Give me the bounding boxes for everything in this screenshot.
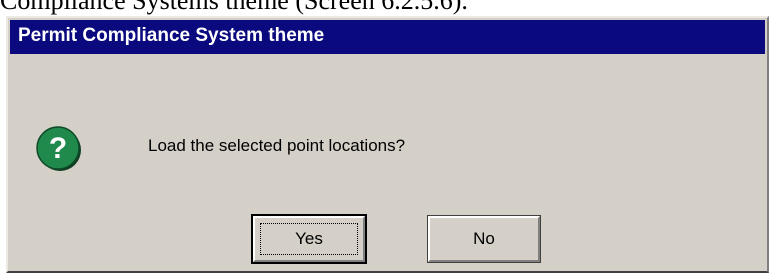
document-caption: Compliance Systems theme (Screen 6.2.5.6… — [0, 0, 468, 15]
title-bar[interactable]: Permit Compliance System theme — [10, 20, 765, 54]
no-button-label: No — [473, 229, 495, 248]
dialog-message: Load the selected point locations? — [148, 136, 406, 155]
dialog-title: Permit Compliance System theme — [18, 25, 325, 46]
confirm-dialog: Permit Compliance System theme ? Load th… — [6, 16, 769, 273]
yes-button-label: Yes — [295, 229, 323, 248]
svg-text:?: ? — [49, 132, 67, 165]
no-button[interactable]: No — [427, 215, 541, 263]
yes-button[interactable]: Yes — [251, 214, 367, 264]
question-icon: ? — [36, 126, 82, 172]
